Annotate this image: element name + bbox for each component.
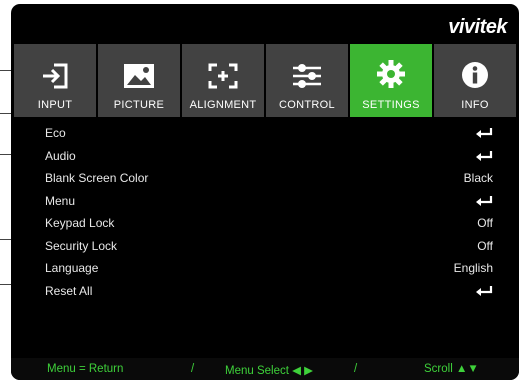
menu-item-label: Menu (45, 193, 76, 208)
alignment-icon (208, 63, 238, 89)
menu-item-reset-all[interactable]: Reset All (45, 280, 493, 302)
footer-hint-bar: Menu = Return / Menu Select ◀ ▶ / Scroll… (11, 358, 519, 380)
menu-item-label: Eco (45, 126, 66, 140)
menu-item-security-lock[interactable]: Security Lock Off (45, 235, 493, 257)
menu-item-keypad-lock[interactable]: Keypad Lock Off (45, 212, 493, 234)
menu-item-value: Off (477, 216, 493, 230)
menu-item-label: Reset All (45, 283, 93, 298)
menu-item-label: Language (45, 261, 99, 275)
menu-item-menu[interactable]: Menu (45, 190, 493, 212)
menu-item-value: Off (477, 238, 493, 253)
menu-item-eco[interactable]: Eco (45, 122, 493, 144)
input-icon (43, 63, 68, 89)
footer-scroll: Scroll ▲▼ (424, 363, 479, 375)
footer-separator: / (354, 363, 358, 375)
tab-bar: INPUT PICTURE ALIGNMENT CONTROL SETTINGS… (14, 44, 516, 117)
sliders-icon (293, 64, 321, 88)
footer-separator: / (191, 363, 195, 375)
menu-item-audio[interactable]: Audio (45, 145, 493, 167)
info-icon (462, 62, 488, 88)
tab-control[interactable]: CONTROL (266, 44, 348, 117)
tab-label: PICTURE (113, 99, 165, 111)
enter-icon (476, 150, 493, 161)
menu-item-label: Keypad Lock (45, 216, 115, 230)
tab-label: ALIGNMENT (189, 99, 257, 111)
tab-label: INFO (461, 99, 489, 111)
menu-item-value: English (453, 261, 493, 275)
footer-menu-select: Menu Select ◀ ▶ (225, 365, 314, 377)
menu-item-value: Black (463, 171, 493, 185)
tab-info[interactable]: INFO (434, 44, 516, 117)
tab-input[interactable]: INPUT (14, 44, 96, 117)
tab-alignment[interactable]: ALIGNMENT (182, 44, 264, 117)
tab-label: SETTINGS (362, 99, 420, 111)
menu-item-blank-screen-color[interactable]: Blank Screen Color Black (45, 167, 493, 189)
osd-menu: vivitek INPUT PICTURE ALIGNMENT CONTROL … (11, 4, 519, 380)
tab-settings[interactable]: SETTINGS (350, 44, 432, 117)
enter-icon (476, 128, 493, 138)
menu-item-language[interactable]: Language English (45, 257, 493, 279)
enter-icon (476, 285, 493, 296)
enter-icon (476, 195, 493, 206)
gear-icon (377, 60, 405, 88)
tab-picture[interactable]: PICTURE (98, 44, 180, 117)
tab-label: CONTROL (279, 99, 335, 111)
menu-item-label: Security Lock (45, 238, 118, 253)
menu-item-label: Audio (45, 148, 76, 163)
menu-item-label: Blank Screen Color (45, 171, 149, 185)
tab-label: INPUT (37, 99, 73, 111)
footer-menu-return: Menu = Return (47, 363, 124, 375)
picture-icon (124, 64, 154, 88)
brand-logo: vivitek (448, 16, 507, 38)
